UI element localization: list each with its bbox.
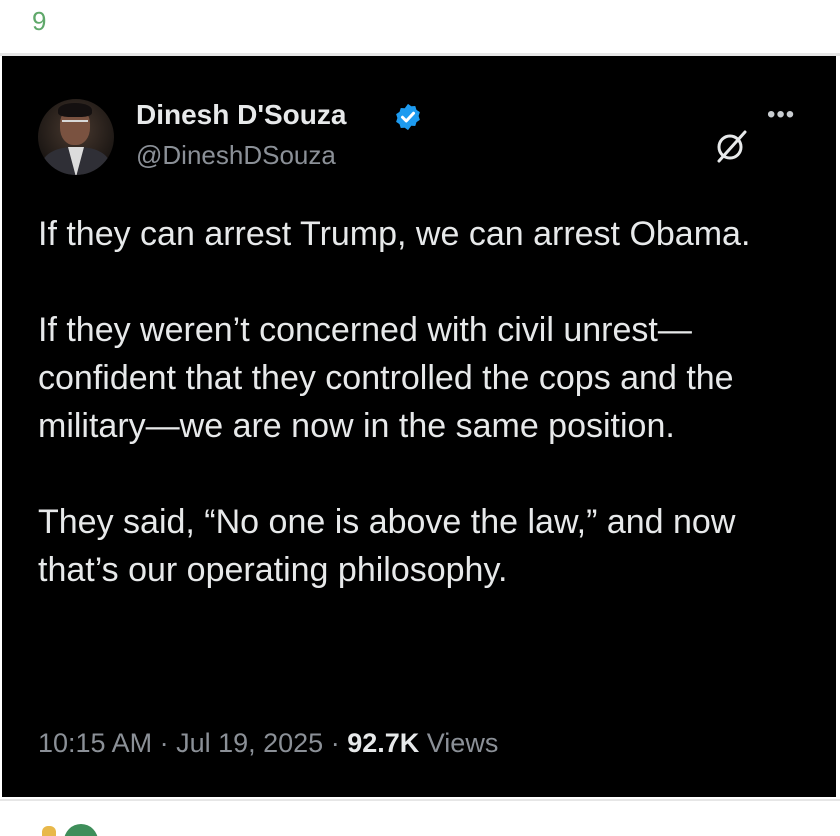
verified-badge-icon <box>396 103 420 131</box>
post-index-number: 9 <box>32 6 47 36</box>
tweet-paragraph: If they weren’t concerned with civil unr… <box>38 311 734 445</box>
tweet-screenshot: Dinesh D'Souza @DineshDSouza ••• If they… <box>2 56 836 797</box>
views-label: Views <box>426 728 499 758</box>
reaction-emoji-icon <box>42 826 56 836</box>
avatar-hair <box>58 103 92 117</box>
tweet-paragraph: They said, “No one is above the law,” an… <box>38 503 736 589</box>
author-name[interactable]: Dinesh D'Souza <box>136 99 346 131</box>
more-options-icon[interactable]: ••• <box>767 103 803 127</box>
tweet-paragraph: If they can arrest Trump, we can arrest … <box>38 215 751 253</box>
views-count: 92.7K <box>347 728 420 758</box>
author-avatar[interactable] <box>38 99 114 175</box>
tweet-time[interactable]: 10:15 AM <box>38 728 152 758</box>
tweet-body: If they can arrest Trump, we can arrest … <box>38 210 818 594</box>
tweet-meta: 10:15 AM · Jul 19, 2025 · 92.7K Views <box>38 728 498 759</box>
award-icon <box>64 824 98 836</box>
meta-separator: · <box>323 728 348 758</box>
grok-icon[interactable] <box>714 128 750 164</box>
author-handle[interactable]: @DineshDSouza <box>136 140 336 171</box>
meta-separator: · <box>152 728 177 758</box>
bottom-divider <box>0 799 840 801</box>
reaction-bar-cropped <box>0 822 840 836</box>
tweet-date[interactable]: Jul 19, 2025 <box>176 728 323 758</box>
avatar-glasses <box>62 120 88 128</box>
